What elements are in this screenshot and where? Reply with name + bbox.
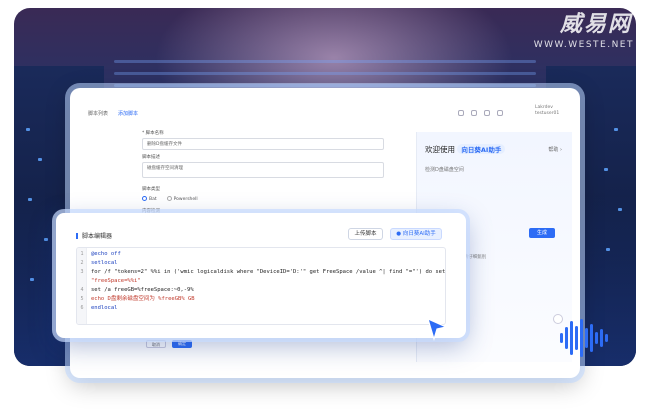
code-editor[interactable]: 1 @echo off 2 setlocal 3 for /f "tokens=2" … — [76, 247, 446, 325]
code-line: 4 set /a freeGB=%freeSpace:~0,-9% — [77, 286, 445, 295]
rack-light — [614, 128, 618, 131]
ai-panel-title: 欢迎使用 向日葵AI助手 — [425, 144, 506, 155]
line-number: 1 — [80, 251, 84, 257]
rack-light — [28, 198, 32, 201]
ai-assistant-icon: ● — [396, 231, 402, 237]
radio-powershell-label: Powershell — [173, 197, 198, 202]
line-number: 5 — [80, 296, 84, 302]
upload-script-button[interactable]: 上传脚本 — [348, 228, 383, 240]
code-line: 3 for /f "tokens=2" %%i in ('wmic logical… — [77, 268, 445, 277]
rack-light — [606, 248, 610, 251]
rack-light — [38, 158, 42, 161]
code-line: 5 echo D盘剩余磁盘空间为 %freeGB% GB — [77, 295, 445, 304]
ai-assistant-badge: 向日葵AI助手 — [457, 144, 506, 154]
code-text: setlocal — [91, 260, 118, 266]
ai-help-link[interactable]: 帮助 › — [548, 146, 562, 153]
radio-unselected-icon — [166, 196, 172, 201]
voice-wave-icon — [560, 318, 608, 358]
code-text: for /f "tokens=2" %%i in ('wmic logicald… — [91, 269, 446, 275]
line-number: 3 — [80, 269, 84, 275]
line-number: 6 — [80, 305, 84, 311]
user-name[interactable]: Lakrdev testuser01 — [535, 105, 575, 117]
ai-query-text[interactable]: 检测D盘磁盘空间 — [425, 166, 464, 173]
line-number: 2 — [80, 260, 84, 266]
code-line: 6 endlocal — [77, 304, 445, 313]
code-text: "freeSpace=%%i" — [91, 278, 141, 284]
ai-generate-button[interactable]: 生成 — [529, 228, 555, 238]
script-type-radio-group: Bat Powershell — [142, 196, 198, 202]
code-line: "freeSpace=%%i" — [77, 277, 445, 286]
tab-script-list[interactable]: 脚本列表 — [88, 110, 108, 117]
rack-light — [618, 208, 622, 211]
ai-assistant-button[interactable]: ● 向日葵AI助手 — [390, 228, 442, 240]
close-icon[interactable] — [497, 110, 503, 116]
ai-welcome-text: 欢迎使用 — [425, 145, 455, 154]
script-editor-dialog: 脚本编辑器 上传脚本 ● 向日葵AI助手 1 @echo off 2 setloca… — [56, 213, 466, 338]
line-number: 4 — [80, 287, 84, 293]
script-desc-input[interactable]: 磁盘缓存空间清理 — [142, 162, 384, 178]
script-name-input[interactable]: 删除D盘缓存文件 — [142, 138, 384, 150]
cancel-button[interactable]: 取消 — [146, 340, 166, 348]
confirm-button[interactable]: 确定 — [172, 340, 192, 348]
script-desc-label: 脚本描述 — [142, 155, 160, 160]
server-row — [114, 72, 536, 75]
code-line: 2 setlocal — [77, 259, 445, 268]
code-text: endlocal — [91, 305, 118, 311]
server-row — [114, 84, 536, 87]
minimize-icon[interactable] — [458, 110, 464, 116]
rack-light — [604, 168, 608, 171]
rack-light — [30, 278, 34, 281]
radio-bat[interactable]: Bat — [142, 196, 157, 202]
radio-selected-icon — [142, 196, 147, 201]
code-text: @echo off — [91, 251, 121, 257]
rack-light — [44, 238, 48, 241]
code-text: echo D盘剩余磁盘空间为 %freeGB% GB — [91, 296, 195, 302]
restore-icon[interactable] — [471, 110, 477, 116]
editor-title: 脚本编辑器 — [76, 231, 112, 240]
radio-bat-label: Bat — [149, 197, 157, 202]
script-type-label: 脚本类型 — [142, 187, 160, 192]
watermark-logo: 威易网 — [559, 12, 632, 37]
code-text: set /a freeGB=%freeSpace:~0,-9% — [91, 287, 194, 293]
maximize-icon[interactable] — [484, 110, 490, 116]
server-row — [114, 60, 536, 63]
ai-help-label: 帮助 — [548, 147, 559, 153]
rack-light — [26, 128, 30, 131]
script-name-label: * 脚本名称 — [142, 131, 164, 136]
tab-bar: 脚本列表 添加脚本 — [88, 110, 138, 117]
code-line: 1 @echo off — [77, 250, 445, 259]
window-controls — [458, 110, 503, 116]
tab-add-script[interactable]: 添加脚本 — [118, 110, 138, 117]
watermark-url: WWW.WESTE.NET — [533, 40, 634, 50]
radio-powershell[interactable]: Powershell — [166, 196, 198, 202]
ai-assistant-button-label: 向日葵AI助手 — [402, 231, 436, 237]
